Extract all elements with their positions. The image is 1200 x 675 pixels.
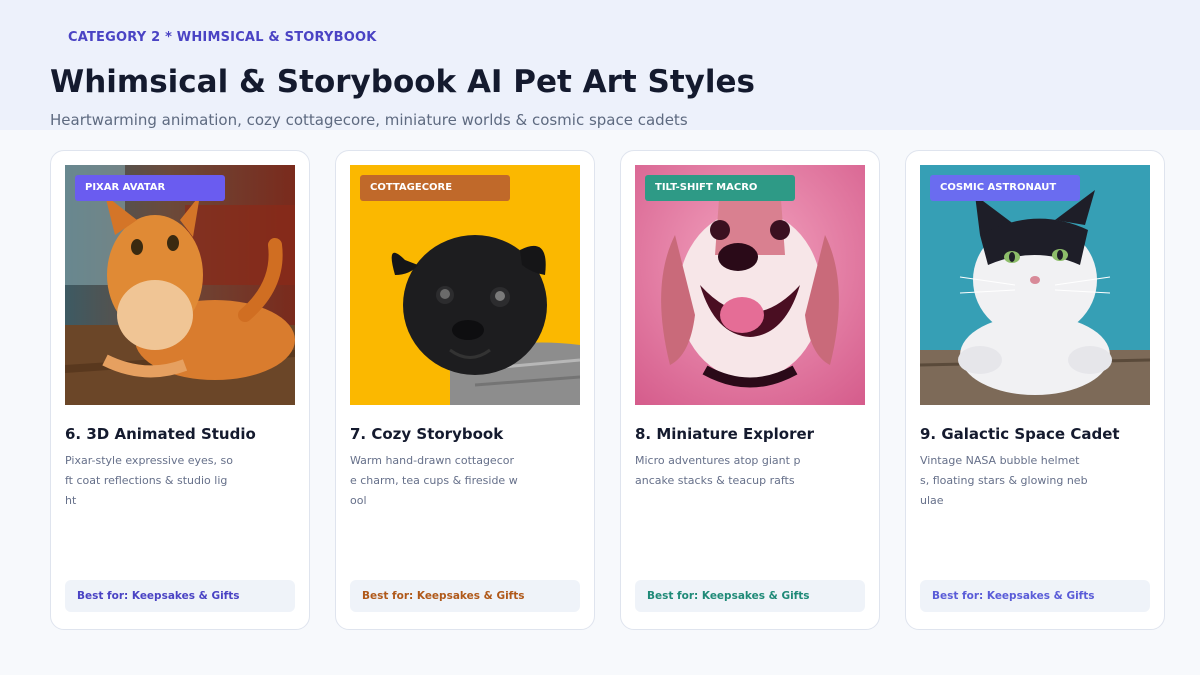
card-image-orange-cat: PIXAR AVATAR xyxy=(65,165,295,405)
card-title: 7. Cozy Storybook xyxy=(350,425,504,443)
card-image-tuxedo-cat: COSMIC ASTRONAUT xyxy=(920,165,1150,405)
card-description: Warm hand-drawn cottagecore charm, tea c… xyxy=(350,454,518,507)
style-tag: COTTAGECORE xyxy=(360,175,510,201)
best-for-label: Best for: Keepsakes & Gifts xyxy=(350,580,580,612)
style-tag: PIXAR AVATAR xyxy=(75,175,225,201)
style-card-cozy-storybook[interactable]: COTTAGECORE 7. Cozy Storybook Warm hand-… xyxy=(335,150,595,630)
page-subtitle: Heartwarming animation, cozy cottagecore… xyxy=(50,111,688,129)
card-title: 8. Miniature Explorer xyxy=(635,425,815,443)
style-tag: COSMIC ASTRONAUT xyxy=(930,175,1080,201)
card-title: 9. Galactic Space Cadet xyxy=(920,425,1120,443)
best-for-label: Best for: Keepsakes & Gifts xyxy=(920,580,1150,612)
style-card-3d-animated[interactable]: PIXAR AVATAR 6. 3D Animated Studio Pixar… xyxy=(50,150,310,630)
page-title: Whimsical & Storybook AI Pet Art Styles xyxy=(50,64,755,100)
style-tag: TILT-SHIFT MACRO xyxy=(645,175,795,201)
category-eyebrow: CATEGORY 2 * WHIMSICAL & STORYBOOK xyxy=(68,30,377,45)
card-image-beagle: TILT-SHIFT MACRO xyxy=(635,165,865,405)
style-card-galactic-space-cadet[interactable]: COSMIC ASTRONAUT 9. Galactic Space Cadet… xyxy=(905,150,1165,630)
style-card-miniature-explorer[interactable]: TILT-SHIFT MACRO 8. Miniature Explorer M… xyxy=(620,150,880,630)
best-for-label: Best for: Keepsakes & Gifts xyxy=(635,580,865,612)
card-title: 6. 3D Animated Studio xyxy=(65,425,256,443)
card-description: Pixar-style expressive eyes, soft coat r… xyxy=(65,454,233,507)
best-for-label: Best for: Keepsakes & Gifts xyxy=(65,580,295,612)
card-image-pug: COTTAGECORE xyxy=(350,165,580,405)
card-description: Vintage NASA bubble helmets, floating st… xyxy=(920,454,1088,507)
card-description: Micro adventures atop giant pancake stac… xyxy=(635,454,801,487)
